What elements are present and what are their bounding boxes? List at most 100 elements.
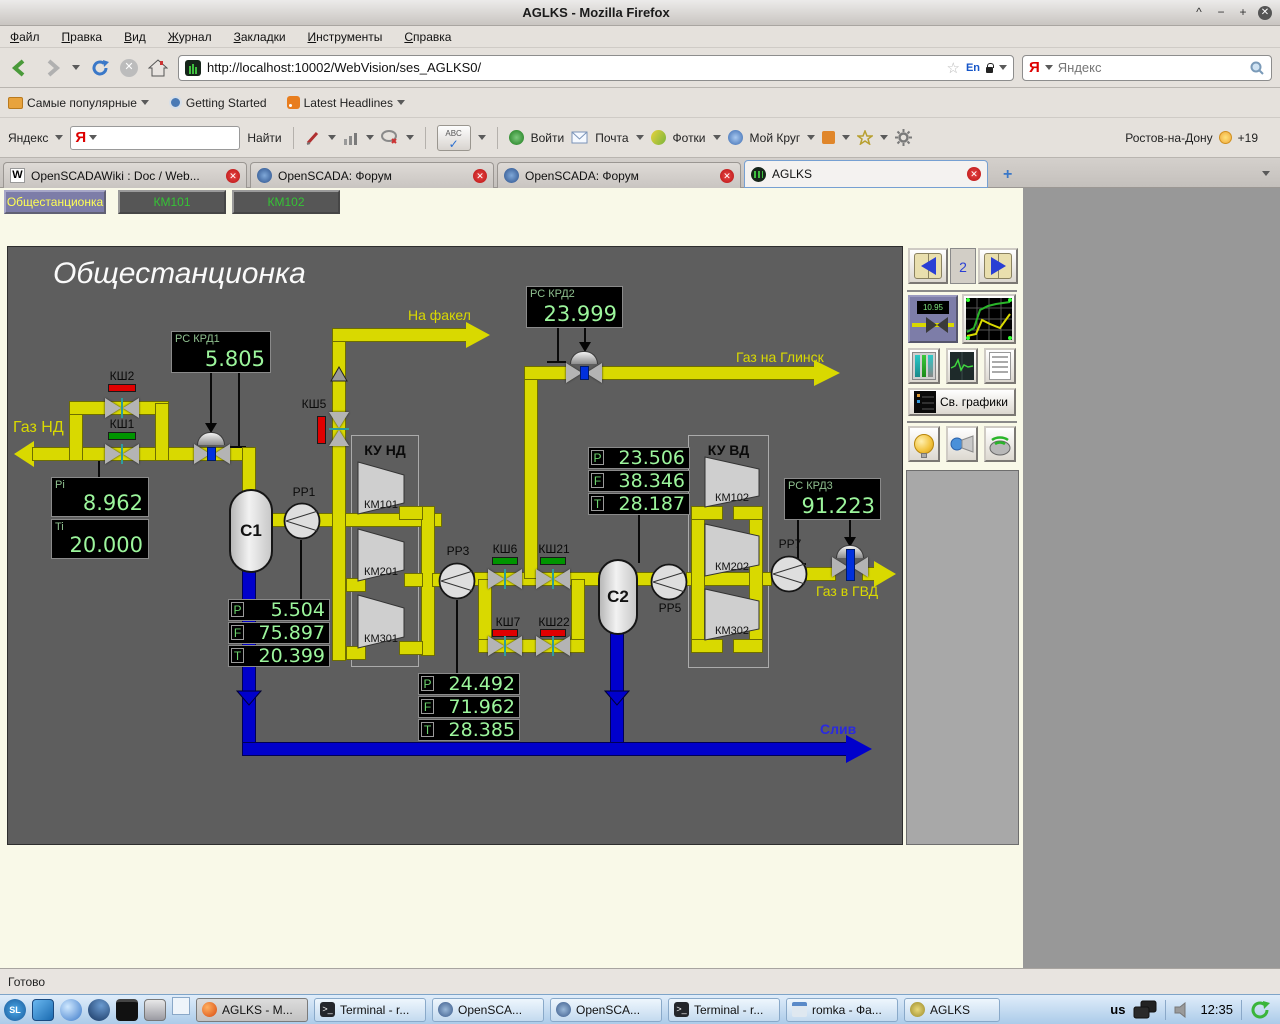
compressor-km101[interactable]: КМ101 xyxy=(357,461,405,515)
chevron-down-icon[interactable] xyxy=(328,135,336,140)
valve-ksh6[interactable] xyxy=(488,569,522,589)
bookmark-latest-headlines[interactable]: Latest Headlines xyxy=(287,96,405,110)
bookmark-star-icon[interactable]: ☆ xyxy=(946,59,959,77)
yandex-brand[interactable]: Яндекс xyxy=(8,131,48,145)
star-icon[interactable] xyxy=(857,130,873,145)
volume-icon[interactable] xyxy=(1174,1002,1192,1018)
chevron-down-icon[interactable] xyxy=(842,135,850,140)
close-button[interactable]: ✕ xyxy=(1258,6,1272,20)
url-input[interactable] xyxy=(207,60,940,75)
tab-openscada-forum-2[interactable]: OpenSCADA: Форум ✕ xyxy=(497,162,741,188)
taskbar-window-aglks[interactable]: AGLKS xyxy=(904,998,1000,1022)
tab-close-icon[interactable]: ✕ xyxy=(967,167,981,181)
yandex-find-button[interactable]: Найти xyxy=(247,131,281,145)
search-magnifier-icon[interactable] xyxy=(1249,60,1265,76)
reducer-rr5[interactable] xyxy=(650,563,688,601)
valve-ksh2[interactable] xyxy=(105,398,139,418)
compressor-km201[interactable]: КМ201 xyxy=(357,528,405,582)
yandex-mail[interactable]: Почта xyxy=(595,131,628,145)
shade-button[interactable]: ^ xyxy=(1192,6,1206,20)
separator-c1[interactable]: С1 xyxy=(229,489,273,573)
chevron-down-icon[interactable] xyxy=(880,135,888,140)
chevron-down-icon[interactable] xyxy=(406,135,414,140)
taskbar-window-terminal-1[interactable]: >_ Terminal - r... xyxy=(314,998,426,1022)
pft-display-1[interactable]: P5.504 F75.897 T20.399 xyxy=(228,599,330,668)
browser-globe-icon[interactable] xyxy=(60,999,82,1021)
oscilloscope-button[interactable] xyxy=(946,348,978,384)
search-box[interactable]: Я xyxy=(1022,55,1272,81)
yandex-photos[interactable]: Фотки xyxy=(673,131,706,145)
chevron-down-icon[interactable] xyxy=(55,135,63,140)
tab-openscada-forum-1[interactable]: OpenSCADA: Форум ✕ xyxy=(250,162,494,188)
reducer-rr7[interactable] xyxy=(770,555,808,593)
separator-c2[interactable]: С2 xyxy=(598,559,638,635)
mnemo-view-button[interactable]: 10.95 xyxy=(908,295,958,343)
taskbar-window-file-manager[interactable]: romka - Фа... xyxy=(786,998,898,1022)
chevron-down-icon[interactable] xyxy=(713,135,721,140)
next-page-button[interactable] xyxy=(978,248,1018,284)
search-engine-dropdown-icon[interactable] xyxy=(1045,65,1053,70)
valve-ksh1[interactable] xyxy=(105,444,139,464)
page-tab-overview[interactable]: Общестанционка xyxy=(4,190,106,214)
page-tab-km101[interactable]: КМ101 xyxy=(118,190,226,214)
search-input[interactable] xyxy=(1058,60,1244,75)
tab-close-icon[interactable]: ✕ xyxy=(720,169,734,183)
prev-page-button[interactable] xyxy=(908,248,948,284)
stop-icon[interactable]: ✕ xyxy=(120,59,138,77)
valve-ksh21[interactable] xyxy=(536,569,570,589)
chevron-down-icon[interactable] xyxy=(807,135,815,140)
compressor-km202[interactable]: КМ202 xyxy=(704,523,760,577)
valve-ksh7[interactable] xyxy=(488,636,522,656)
reducer-rr1[interactable] xyxy=(283,502,321,540)
terminal-launcher-icon[interactable] xyxy=(116,999,138,1021)
page-tab-km102[interactable]: КМ102 xyxy=(232,190,340,214)
display-krd2[interactable]: РС КРД223.999 xyxy=(526,286,623,328)
keyboard-layout-indicator[interactable]: us xyxy=(1110,1002,1125,1017)
menu-bookmarks[interactable]: Закладки xyxy=(234,30,286,44)
chevron-down-icon[interactable] xyxy=(478,135,486,140)
clock[interactable]: 12:35 xyxy=(1200,1002,1233,1017)
graph-view-button[interactable] xyxy=(962,294,1016,344)
traffic-bars-icon[interactable] xyxy=(343,131,359,145)
bookmark-most-popular[interactable]: Самые популярные xyxy=(8,96,149,110)
reload-icon[interactable] xyxy=(88,56,112,80)
tab-close-icon[interactable]: ✕ xyxy=(473,169,487,183)
url-dropdown-icon[interactable] xyxy=(999,65,1007,70)
menu-history[interactable]: Журнал xyxy=(168,30,212,44)
display-pi[interactable]: Pi8.962 xyxy=(51,477,149,517)
gear-icon[interactable] xyxy=(895,129,912,146)
lamp-button[interactable] xyxy=(908,426,940,462)
spellcheck-button[interactable]: ABC✓ xyxy=(437,125,471,151)
horn-button[interactable] xyxy=(946,426,978,462)
box-icon[interactable] xyxy=(822,131,835,144)
cascade-panel-button[interactable] xyxy=(908,348,940,384)
compressor-km102[interactable]: КМ102 xyxy=(704,456,760,508)
reducer-rr3[interactable] xyxy=(438,562,476,600)
chevron-down-icon[interactable] xyxy=(366,135,374,140)
taskbar-window-terminal-2[interactable]: >_ Terminal - r... xyxy=(668,998,780,1022)
session-refresh-icon[interactable] xyxy=(1250,1000,1270,1020)
compressor-km301[interactable]: КМ301 xyxy=(357,594,405,649)
show-desktop-button[interactable] xyxy=(172,997,190,1015)
comments-bubble-icon[interactable] xyxy=(381,130,399,145)
valve-ksh22[interactable] xyxy=(536,636,570,656)
desktop-launcher-icon[interactable] xyxy=(32,999,54,1021)
compressor-km302[interactable]: КМ302 xyxy=(704,588,760,641)
pft-display-3[interactable]: P23.506 F38.346 T28.187 xyxy=(588,447,690,516)
weather-city[interactable]: Ростов-на-Дону xyxy=(1125,131,1212,145)
taskbar-window-openscada-1[interactable]: OpenSCA... xyxy=(432,998,544,1022)
valve-ksh5[interactable] xyxy=(329,412,349,446)
minimize-button[interactable]: − xyxy=(1214,6,1228,20)
display-krd1[interactable]: РС КРД15.805 xyxy=(171,331,271,373)
sl-launcher-icon[interactable]: SL xyxy=(4,999,26,1021)
protocol-document-button[interactable] xyxy=(984,348,1016,384)
edit-pencil-icon[interactable] xyxy=(305,130,321,146)
url-bar[interactable]: ☆ En xyxy=(178,55,1014,81)
display-ti[interactable]: Ti20.000 xyxy=(51,519,149,559)
new-tab-button[interactable]: + xyxy=(1003,166,1012,184)
archive-launcher-icon[interactable] xyxy=(144,999,166,1021)
display-settings-icon[interactable] xyxy=(1133,1000,1157,1020)
pft-display-2[interactable]: P24.492 F71.962 T28.385 xyxy=(418,673,520,742)
menu-view[interactable]: Вид xyxy=(124,30,146,44)
forward-icon[interactable] xyxy=(40,56,64,80)
